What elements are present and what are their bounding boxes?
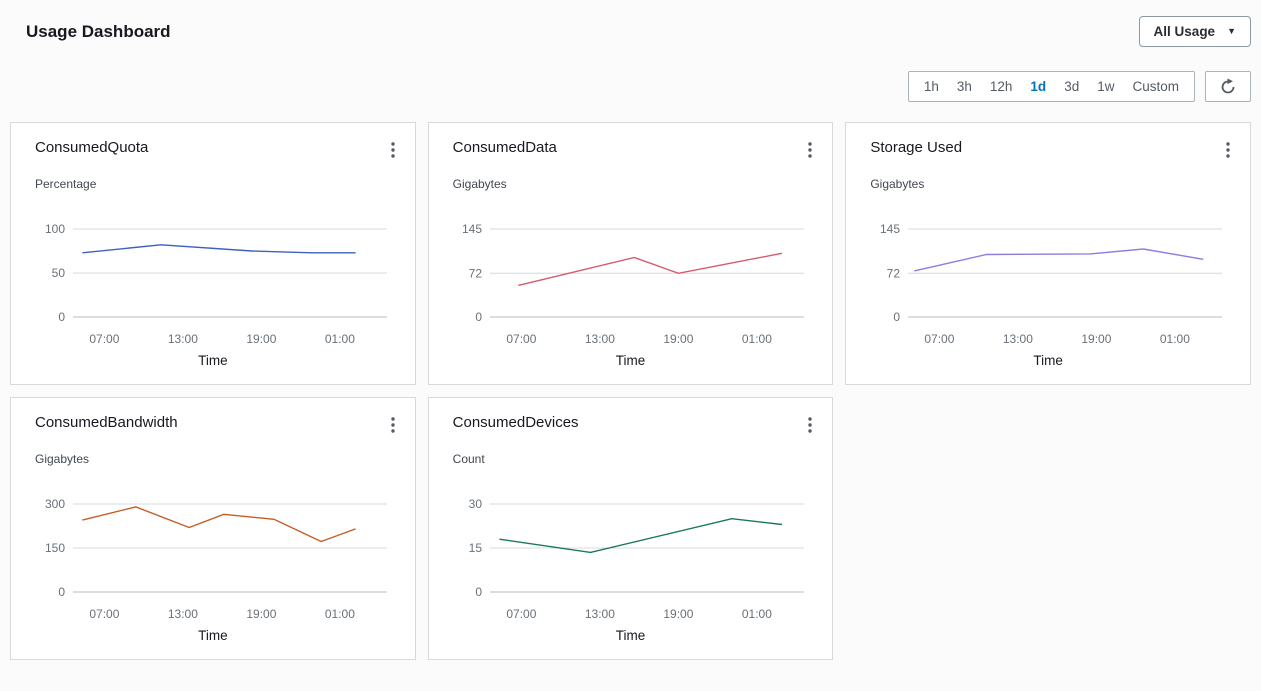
chart-card-consumed-devices: ConsumedDevices Count 30 15 0 07:00 13:00 19:… [428, 397, 834, 660]
svg-text:01:00: 01:00 [325, 607, 355, 621]
time-range-custom[interactable]: Custom [1123, 76, 1188, 97]
svg-text:72: 72 [469, 266, 483, 280]
line-chart: 300 150 0 07:00 13:00 19:00 01:00 [27, 490, 399, 622]
line-chart: 100 50 0 07:00 13:00 19:00 01:00 [27, 215, 399, 347]
svg-text:0: 0 [476, 310, 483, 324]
kebab-menu-icon[interactable] [1218, 139, 1238, 166]
time-range-1h[interactable]: 1h [915, 76, 948, 97]
kebab-menu-icon[interactable] [800, 139, 820, 166]
dropdown-caret-icon: ▼ [1227, 27, 1236, 36]
chart-title: Storage Used [870, 139, 962, 156]
svg-text:0: 0 [58, 585, 65, 599]
usage-filter-dropdown[interactable]: All Usage ▼ [1139, 16, 1251, 47]
time-range-1d[interactable]: 1d [1021, 76, 1055, 97]
svg-text:01:00: 01:00 [742, 332, 772, 346]
kebab-menu-icon[interactable] [383, 414, 403, 441]
chart-title: ConsumedDevices [453, 414, 579, 431]
svg-text:300: 300 [45, 497, 65, 511]
svg-text:13:00: 13:00 [168, 607, 198, 621]
chart-card-consumed-data: ConsumedData Gigabytes 14572007:0013:001… [428, 122, 834, 385]
svg-text:07:00: 07:00 [89, 332, 119, 346]
chart-unit-label: Percentage [11, 166, 415, 191]
chart-card-consumed-quota: ConsumedQuota Percentage 100 50 0 07:00 13:0… [10, 122, 416, 385]
svg-text:15: 15 [469, 541, 483, 555]
svg-text:07:00: 07:00 [507, 332, 537, 346]
chart-unit-label: Gigabytes [429, 166, 833, 191]
chart-unit-label: Count [429, 441, 833, 466]
x-axis-label: Time [11, 353, 415, 368]
usage-dashboard-page: Usage Dashboard All Usage ▼ 1h 3h 12h 1d… [0, 0, 1261, 691]
svg-text:13:00: 13:00 [585, 607, 615, 621]
line-chart: 30 15 0 07:00 13:00 19:00 01:00 [444, 490, 816, 622]
x-axis-label: Time [846, 353, 1250, 368]
svg-text:19:00: 19:00 [664, 332, 694, 346]
chart-unit-label: Gigabytes [11, 441, 415, 466]
chart-title: ConsumedData [453, 139, 557, 156]
chart-card-consumed-bandwidth: ConsumedBandwidth Gigabytes 300 150 0 07:00… [10, 397, 416, 660]
svg-text:19:00: 19:00 [246, 607, 276, 621]
kebab-menu-icon[interactable] [383, 139, 403, 166]
svg-text:50: 50 [51, 266, 65, 280]
svg-text:01:00: 01:00 [1160, 332, 1190, 346]
usage-filter-label: All Usage [1154, 24, 1216, 39]
svg-text:150: 150 [45, 541, 65, 555]
svg-text:30: 30 [469, 497, 483, 511]
svg-text:13:00: 13:00 [168, 332, 198, 346]
svg-text:07:00: 07:00 [507, 607, 537, 621]
time-range-1w[interactable]: 1w [1088, 76, 1123, 97]
svg-text:145: 145 [880, 222, 900, 236]
line-chart: 145 72 0 07:00 13:00 19:00 01:00 [444, 215, 816, 347]
svg-text:0: 0 [58, 310, 65, 324]
svg-text:100: 100 [45, 222, 65, 236]
svg-text:07:00: 07:00 [89, 607, 119, 621]
dashboard-grid: ConsumedQuota Percentage 100 50 0 07:00 13:0… [10, 122, 1251, 660]
top-bar: Usage Dashboard All Usage ▼ [0, 0, 1261, 47]
svg-text:01:00: 01:00 [325, 332, 355, 346]
chart-title: ConsumedQuota [35, 139, 148, 156]
time-range-12h[interactable]: 12h [981, 76, 1022, 97]
time-range-3d[interactable]: 3d [1055, 76, 1088, 97]
kebab-menu-icon[interactable] [800, 414, 820, 441]
svg-text:19:00: 19:00 [664, 607, 694, 621]
svg-text:13:00: 13:00 [1003, 332, 1033, 346]
x-axis-label: Time [429, 353, 833, 368]
svg-text:19:00: 19:00 [246, 332, 276, 346]
x-axis-label: Time [429, 628, 833, 643]
chart-title: ConsumedBandwidth [35, 414, 178, 431]
svg-text:0: 0 [476, 585, 483, 599]
svg-text:145: 145 [462, 222, 482, 236]
line-chart: 145 72 0 07:00 13:00 19:00 01:00 [862, 215, 1234, 347]
svg-text:07:00: 07:00 [925, 332, 955, 346]
svg-text:0: 0 [893, 310, 900, 324]
page-title: Usage Dashboard [26, 22, 171, 42]
refresh-icon [1219, 78, 1237, 96]
x-axis-label: Time [11, 628, 415, 643]
svg-text:19:00: 19:00 [1082, 332, 1112, 346]
svg-text:72: 72 [887, 266, 901, 280]
time-controls: 1h 3h 12h 1d 3d 1w Custom [10, 71, 1251, 102]
time-range-3h[interactable]: 3h [948, 76, 981, 97]
chart-card-storage-used: Storage Used Gigabytes 14572007:0013:001… [845, 122, 1251, 385]
svg-text:01:00: 01:00 [742, 607, 772, 621]
time-range-selector: 1h 3h 12h 1d 3d 1w Custom [908, 71, 1195, 102]
refresh-button[interactable] [1205, 71, 1251, 102]
svg-text:13:00: 13:00 [585, 332, 615, 346]
chart-unit-label: Gigabytes [846, 166, 1250, 191]
